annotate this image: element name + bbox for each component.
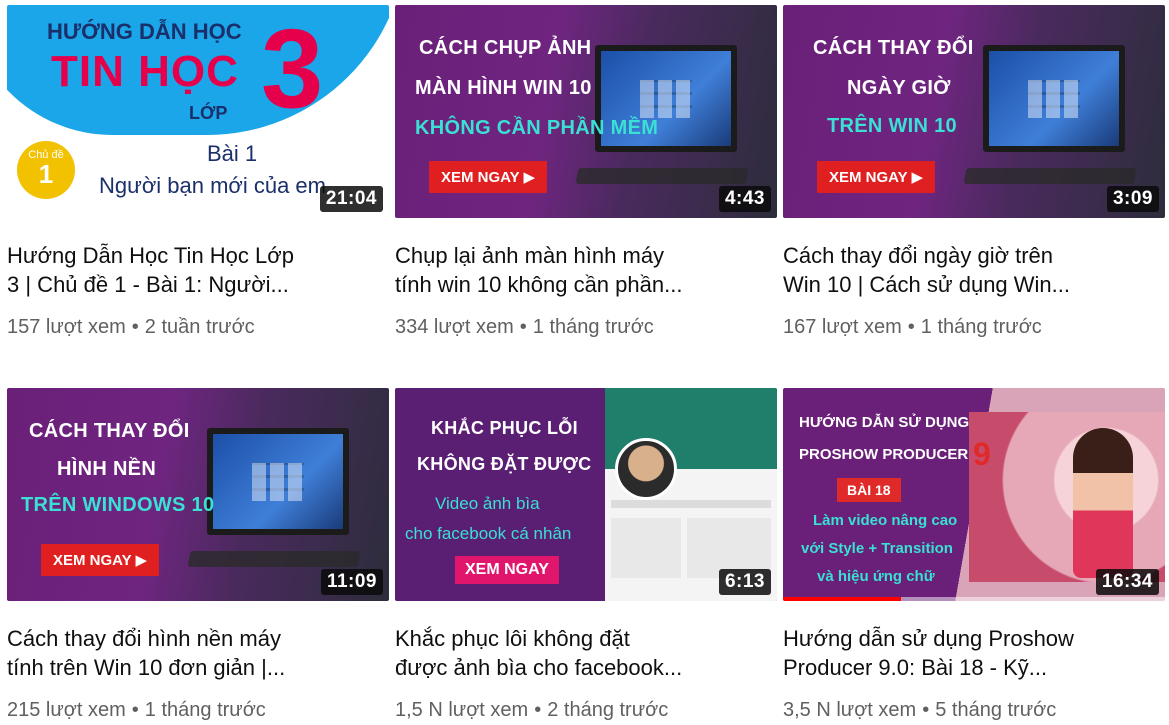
separator-dot: • — [131, 699, 139, 721]
video-title[interactable]: Hướng Dẫn Học Tin Học Lớp 3 | Chủ đề 1 -… — [7, 241, 367, 299]
upload-age: 1 tháng trước — [920, 316, 1042, 338]
watch-now-button: XEM NGAY ▶ — [41, 544, 160, 576]
video-card[interactable]: KHẮC PHỤC LỖI KHÔNG ĐẶT ĐƯỢC Video ảnh b… — [395, 388, 777, 721]
video-metadata: 167 lượt xem • 1 tháng trước — [783, 316, 1042, 339]
avatar — [615, 438, 677, 500]
thumbnail-text: Bài 1 — [207, 141, 258, 166]
thumbnail-text: Video ảnh bìa — [435, 494, 540, 513]
video-thumbnail[interactable]: KHẮC PHỤC LỖI KHÔNG ĐẶT ĐƯỢC Video ảnh b… — [395, 388, 777, 601]
video-title[interactable]: Chụp lại ảnh màn hình máy tính win 10 kh… — [395, 241, 755, 299]
video-title[interactable]: Khắc phục lôi không đặt được ảnh bìa cho… — [395, 624, 755, 682]
thumbnail-text: KHÔNG ĐẶT ĐƯỢC — [417, 454, 592, 474]
thumbnail-text: NGÀY GIỜ — [847, 77, 951, 99]
video-title[interactable]: Hướng dẫn sử dụng Proshow Producer 9.0: … — [783, 624, 1143, 682]
duration-badge: 21:04 — [319, 186, 383, 212]
thumbnail-text: Làm video nâng cao — [813, 512, 958, 529]
separator-dot: • — [907, 316, 915, 338]
thumbnail-text: CÁCH THAY ĐỔI — [813, 37, 974, 59]
watch-now-button: XEM NGAY ▶ — [817, 161, 936, 193]
upload-age: 5 tháng trước — [935, 699, 1057, 721]
view-count: 3,5 N lượt xem — [783, 699, 917, 721]
watch-progress-bar — [783, 597, 902, 601]
upload-age: 1 tháng trước — [144, 699, 266, 721]
thumbnail-text: PROSHOW PRODUCER — [799, 446, 969, 463]
video-thumbnail[interactable]: CÁCH THAY ĐỔI HÌNH NỀN TRÊN WINDOWS 10 X… — [7, 388, 389, 601]
video-thumbnail[interactable]: HƯỚNG DẪN HỌC TIN HỌC LỚP 3 Chủ đề 1 Bài… — [7, 5, 389, 218]
watch-now-button: XEM NGAY ▶ — [429, 161, 548, 193]
thumbnail-text: KHẮC PHỤC LỖI — [431, 418, 578, 438]
thumbnail-text: CÁCH CHỤP ẢNH — [419, 37, 592, 59]
view-count: 1,5 N lượt xem — [395, 699, 529, 721]
thumbnail-text: HƯỚNG DẪN HỌC — [47, 19, 242, 44]
video-title[interactable]: Cách thay đổi ngày giờ trên Win 10 | Các… — [783, 241, 1143, 299]
upload-age: 2 tuần trước — [144, 316, 255, 338]
thumbnail-text: MÀN HÌNH WIN 10 — [415, 77, 592, 99]
watch-now-button: XEM NGAY — [455, 556, 559, 584]
video-metadata: 3,5 N lượt xem • 5 tháng trước — [783, 699, 1056, 722]
video-card[interactable]: CÁCH THAY ĐỔI HÌNH NỀN TRÊN WINDOWS 10 X… — [7, 388, 389, 721]
separator-dot: • — [922, 699, 930, 721]
upload-age: 1 tháng trước — [532, 316, 654, 338]
video-title[interactable]: Cách thay đổi hình nền máy tính trên Win… — [7, 624, 367, 682]
thumbnail-text: BÀI 18 — [837, 478, 901, 502]
topic-badge: Chủ đề 1 — [17, 141, 75, 199]
thumbnail-text: với Style + Transition — [801, 540, 953, 557]
video-thumbnail[interactable]: CÁCH THAY ĐỔI NGÀY GIỜ TRÊN WIN 10 XEM N… — [783, 5, 1165, 218]
duration-badge: 11:09 — [320, 569, 383, 595]
thumbnail-text: TRÊN WINDOWS 10 — [21, 494, 215, 516]
duration-badge: 6:13 — [718, 569, 771, 595]
thumbnail-text: HƯỚNG DẪN SỬ DỤNG — [799, 414, 970, 431]
thumbnail-text: 9 — [973, 436, 991, 472]
thumbnail-text: CÁCH THAY ĐỔI — [29, 420, 190, 442]
upload-age: 2 tháng trước — [547, 699, 669, 721]
video-thumbnail[interactable]: HƯỚNG DẪN SỬ DỤNG PROSHOW PRODUCER 9 BÀI… — [783, 388, 1165, 601]
video-card[interactable]: CÁCH CHỤP ẢNH MÀN HÌNH WIN 10 KHÔNG CẦN … — [395, 5, 777, 338]
view-count: 167 lượt xem — [783, 316, 902, 338]
video-metadata: 334 lượt xem • 1 tháng trước — [395, 316, 654, 339]
video-thumbnail[interactable]: CÁCH CHỤP ẢNH MÀN HÌNH WIN 10 KHÔNG CẦN … — [395, 5, 777, 218]
view-count: 215 lượt xem — [7, 699, 126, 721]
separator-dot: • — [519, 316, 527, 338]
separator-dot: • — [131, 316, 139, 338]
video-card[interactable]: HƯỚNG DẪN HỌC TIN HỌC LỚP 3 Chủ đề 1 Bài… — [7, 5, 389, 338]
video-metadata: 157 lượt xem • 2 tuần trước — [7, 316, 255, 339]
thumbnail-text: TRÊN WIN 10 — [827, 115, 957, 137]
thumbnail-text: và hiệu ứng chữ — [817, 568, 935, 585]
thumbnail-text: LỚP — [189, 103, 228, 123]
thumbnail-text: cho facebook cá nhân — [405, 524, 572, 543]
thumbnail-text: HÌNH NỀN — [57, 458, 157, 480]
video-metadata: 215 lượt xem • 1 tháng trước — [7, 699, 266, 722]
duration-badge: 4:43 — [718, 186, 771, 212]
view-count: 157 lượt xem — [7, 316, 126, 338]
thumbnail-text: TIN HỌC — [51, 47, 239, 96]
view-count: 334 lượt xem — [395, 316, 514, 338]
video-card[interactable]: CÁCH THAY ĐỔI NGÀY GIỜ TRÊN WIN 10 XEM N… — [783, 5, 1165, 338]
video-metadata: 1,5 N lượt xem • 2 tháng trước — [395, 699, 668, 722]
duration-badge: 16:34 — [1095, 569, 1159, 595]
thumbnail-text: Người bạn mới của em — [99, 173, 326, 198]
duration-badge: 3:09 — [1106, 186, 1159, 212]
separator-dot: • — [534, 699, 542, 721]
video-card[interactable]: HƯỚNG DẪN SỬ DỤNG PROSHOW PRODUCER 9 BÀI… — [783, 388, 1165, 721]
thumbnail-text: 3 — [261, 6, 324, 131]
thumbnail-text: KHÔNG CẦN PHẦN MỀM — [415, 117, 659, 139]
